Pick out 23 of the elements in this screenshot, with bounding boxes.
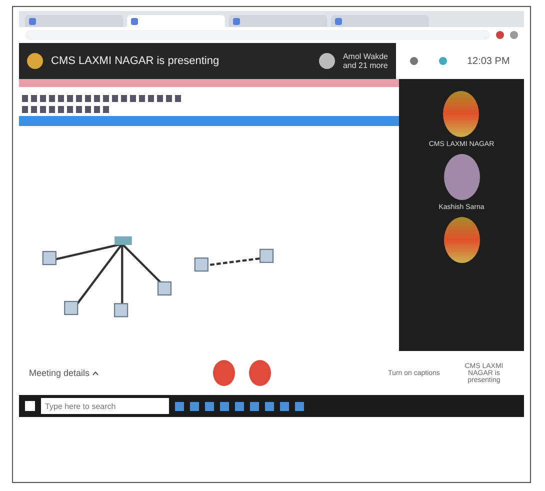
favicon-icon	[131, 18, 138, 24]
camera-button[interactable]	[248, 360, 271, 386]
photo-placeholder	[444, 154, 480, 200]
browser-tab[interactable]	[127, 15, 225, 27]
browser-tab[interactable]	[229, 15, 327, 27]
caret-up-icon	[92, 371, 100, 376]
favicon-icon	[29, 18, 36, 24]
meeting-details-button[interactable]: Meeting details	[29, 368, 100, 378]
participant-name: Amol Wakde	[342, 52, 388, 61]
search-field[interactable]: Type here to search	[41, 398, 169, 414]
microphone-button[interactable]	[212, 360, 235, 386]
favicon-icon	[335, 18, 342, 24]
logo-tile	[443, 91, 480, 137]
logo-tile	[444, 217, 480, 263]
participant-count: and 21 more	[342, 61, 388, 70]
avatar-icon	[318, 53, 335, 69]
presenting-title: CMS LAXMI NAGAR is presenting	[51, 55, 220, 67]
favicon-icon	[233, 18, 240, 24]
profile-icon[interactable]	[510, 31, 518, 39]
clock-time: 12:03 PM	[466, 56, 510, 66]
browser-tab[interactable]	[25, 15, 123, 27]
logo-icon	[27, 53, 43, 69]
browser-tab[interactable]	[331, 15, 429, 27]
